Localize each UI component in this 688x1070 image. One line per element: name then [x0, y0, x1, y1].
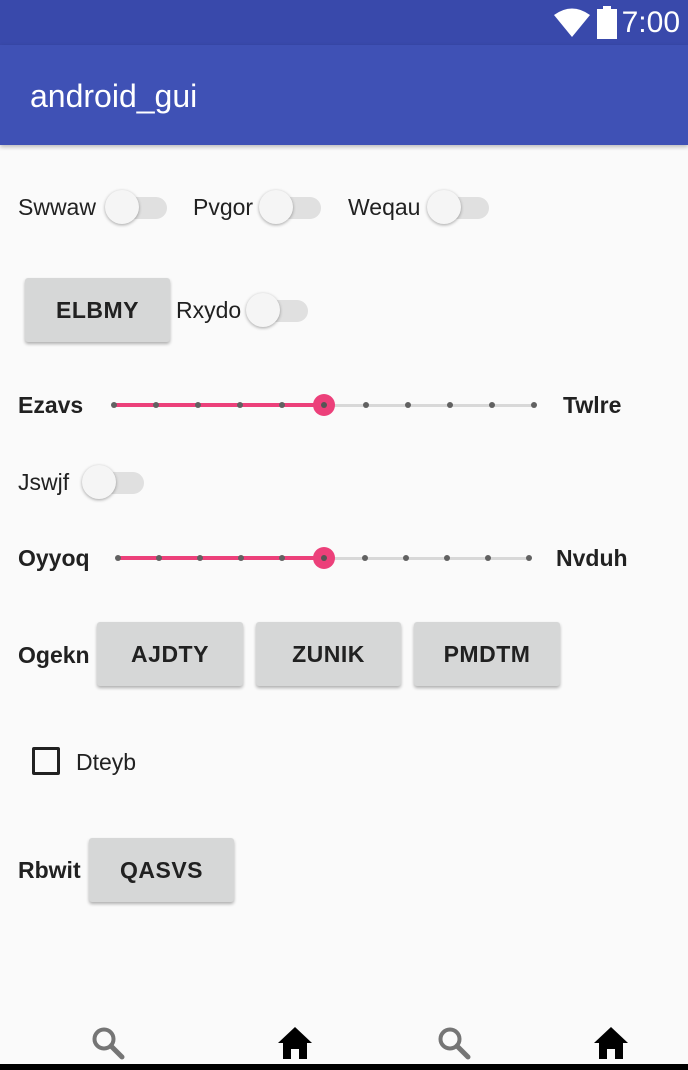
bottom-navigation: [0, 1020, 688, 1064]
ajdty-button[interactable]: AJDTY: [97, 622, 243, 686]
pmdtm-button[interactable]: PMDTM: [414, 622, 560, 686]
status-bar: 7:00: [0, 0, 688, 45]
seekbar-tick: [526, 555, 532, 561]
navigation-bar-edge: [0, 1064, 688, 1070]
switch-label-pvgor: Pvgor: [193, 194, 254, 220]
seekbar-thumb[interactable]: [312, 547, 335, 569]
seekbar-progress: [118, 556, 324, 560]
checkbox-dteyb[interactable]: [32, 747, 60, 775]
qasvs-button[interactable]: QASVS: [89, 838, 234, 902]
home-icon[interactable]: [593, 1026, 629, 1060]
seekbar-progress: [114, 403, 324, 407]
seekbar-tick: [237, 402, 243, 408]
battery-icon: [597, 6, 617, 39]
switch-pvgor[interactable]: [259, 187, 321, 225]
seekbar-tick: [115, 555, 121, 561]
seekbar-tick: [443, 555, 450, 561]
row-label-ogekn: Ogekn: [18, 642, 90, 668]
seekbar-tick: [197, 555, 204, 561]
seekbar-label-ezavs: Ezavs: [18, 392, 84, 418]
zunik-button[interactable]: ZUNIK: [256, 622, 401, 686]
switch-rxydo[interactable]: [246, 290, 308, 328]
seekbar-tick: [447, 402, 453, 408]
seekbar-tick: [156, 555, 163, 561]
seekbar-ezavs[interactable]: [104, 390, 544, 420]
wifi-icon: [554, 8, 590, 37]
status-time: 7:00: [621, 6, 680, 39]
seekbar-label-twlre: Twlre: [563, 392, 622, 418]
seekbar-tick: [402, 555, 409, 561]
switch-label-swwaw: Swwaw: [18, 194, 96, 220]
switch-swwaw[interactable]: [105, 187, 167, 225]
search-icon[interactable]: [91, 1026, 125, 1060]
seekbar-tick: [279, 555, 286, 561]
seekbar-tick: [363, 402, 369, 408]
seekbar-thumb[interactable]: [313, 394, 335, 416]
seekbar-tick: [195, 402, 201, 408]
seekbar-label-nvduh: Nvduh: [556, 545, 628, 571]
switch-label-jswjf: Jswjf: [18, 469, 70, 495]
checkbox-label-dteyb: Dteyb: [76, 749, 137, 775]
switch-jswjf[interactable]: [82, 462, 144, 500]
seekbar-label-oyyoq: Oyyoq: [18, 545, 90, 571]
seekbar-tick: [361, 555, 368, 561]
elbmy-button[interactable]: ELBMY: [25, 278, 170, 342]
row-label-rbwit: Rbwit: [18, 857, 81, 883]
seekbar-tick: [279, 402, 285, 408]
seekbar-tick: [238, 555, 245, 561]
switch-weqau[interactable]: [427, 187, 489, 225]
seekbar-tick: [489, 402, 495, 408]
home-icon[interactable]: [277, 1026, 313, 1060]
seekbar-tick: [153, 402, 159, 408]
switch-label-rxydo: Rxydo: [176, 297, 242, 323]
seekbar-tick: [111, 402, 117, 408]
seekbar-tick: [405, 402, 411, 408]
seekbar-tick: [484, 555, 491, 561]
switch-label-weqau: Weqau: [348, 194, 421, 220]
seekbar-oyyoq[interactable]: [108, 543, 539, 573]
search-icon[interactable]: [437, 1026, 471, 1060]
app-title: android_gui: [30, 78, 198, 114]
seekbar-tick: [531, 402, 537, 408]
